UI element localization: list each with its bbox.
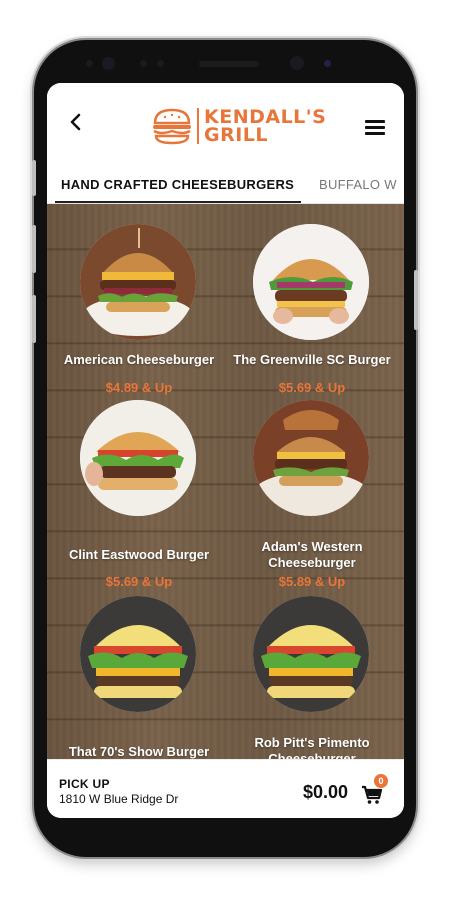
phone-side-button (414, 270, 418, 330)
chevron-left-icon[interactable] (65, 111, 87, 133)
menu-item-card[interactable]: American Cheeseburger $4.89 & Up (47, 204, 217, 404)
menu-item-name: Adam's Western Cheeseburger (261, 539, 363, 570)
brand-line-2: GRILL (204, 124, 269, 146)
menu-item-card[interactable]: The Greenville SC Burger $5.69 & Up (220, 204, 391, 404)
menu-item-price: $4.89 & Up (105, 380, 173, 395)
sensor-dot (86, 60, 93, 67)
tab-hand-crafted-cheeseburgers[interactable]: HAND CRAFTED CHEESEBURGERS (61, 177, 294, 192)
pickup-address[interactable]: 1810 W Blue Ridge Dr (59, 792, 178, 806)
menu-item-card[interactable]: Adam's Western Cheeseburger $5.89 & Up (220, 400, 390, 596)
burger-logo-icon (153, 108, 191, 145)
menu-item-card[interactable]: That 70's Show Burger (47, 594, 217, 759)
pickup-label[interactable]: PICK UP (59, 777, 110, 791)
menu-item-name: The Greenville SC Burger (233, 352, 391, 367)
sensor-dot (140, 60, 147, 67)
burger-photo (80, 596, 196, 712)
menu-item-card[interactable]: Clint Eastwood Burger $5.69 & Up (47, 400, 217, 596)
category-tabs: HAND CRAFTED CHEESEBURGERS BUFFALO W (47, 173, 404, 204)
menu-item-price: $5.69 & Up (278, 380, 346, 395)
tab-buffalo-wings[interactable]: BUFFALO W (319, 177, 397, 192)
phone-side-button (32, 295, 36, 343)
menu-item-card[interactable]: Rob Pitt's Pimento Cheeseburger (220, 594, 390, 759)
front-camera (102, 57, 115, 70)
iris-sensor (290, 56, 304, 70)
logo-divider (197, 108, 199, 144)
sensor-dot (157, 60, 164, 67)
cart-count-badge: 0 (374, 774, 388, 788)
cart-total: $0.00 (303, 782, 349, 802)
phone-speaker (199, 61, 259, 67)
burger-photo (253, 596, 369, 712)
top-app-bar: KENDALL'S GRILL (47, 83, 404, 173)
order-summary-bar: PICK UP 1810 W Blue Ridge Dr $0.00 0 (47, 759, 404, 818)
menu-item-name: Rob Pitt's Pimento Cheeseburger (254, 735, 370, 759)
phone-side-button (32, 160, 36, 196)
burger-photo (80, 224, 196, 340)
burger-photo (253, 224, 369, 340)
menu-item-name: American Cheeseburger (63, 352, 215, 367)
hamburger-menu-icon[interactable] (365, 120, 385, 135)
brand-logo: KENDALL'S GRILL (151, 103, 326, 149)
burger-photo (253, 400, 369, 516)
menu-item-price: $5.89 & Up (278, 574, 346, 589)
phone-side-button (32, 225, 36, 273)
menu-item-name: Clint Eastwood Burger (68, 547, 210, 562)
brand-name: KENDALL'S GRILL (204, 108, 326, 146)
app-screen: KENDALL'S GRILL HAND CRAFTED CHEESEBURGE… (47, 83, 404, 818)
menu-grid: American Cheeseburger $4.89 & Up The Gre… (47, 204, 404, 759)
menu-item-name: That 70's Show Burger (68, 744, 210, 759)
sensor-dot (324, 60, 331, 67)
menu-item-price: $5.69 & Up (105, 574, 173, 589)
burger-photo (80, 400, 196, 516)
